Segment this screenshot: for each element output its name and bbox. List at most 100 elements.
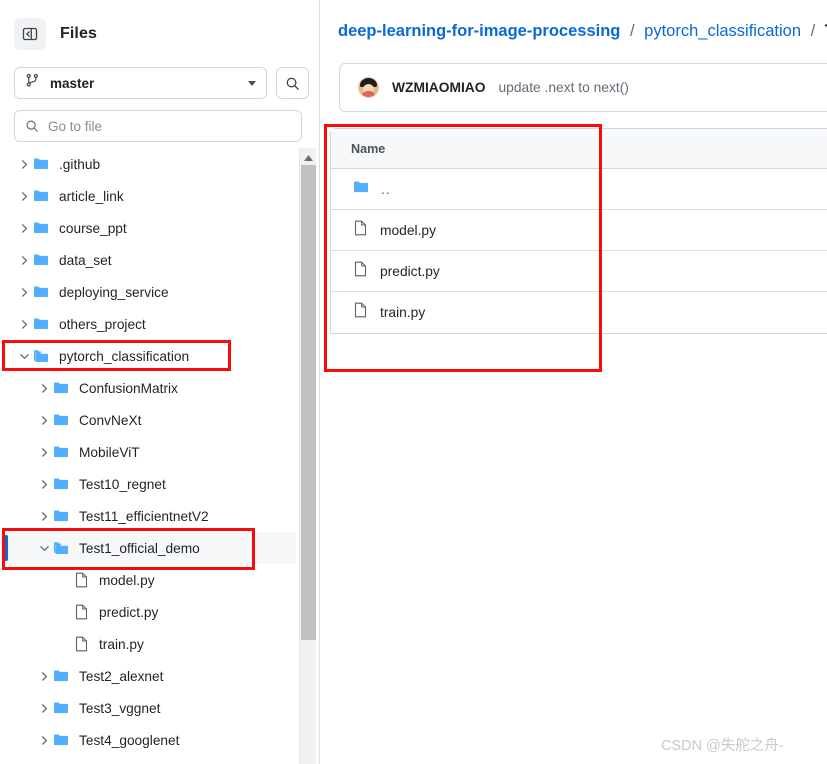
chevron-right-icon[interactable] — [16, 223, 32, 234]
branch-row: master — [14, 67, 319, 99]
tree-item-convnext[interactable]: ConvNeXt — [0, 404, 296, 436]
tree-item-label: model.py — [99, 572, 155, 588]
files-panel-title: Files — [60, 25, 97, 42]
watermark: CSDN @失舵之舟- — [661, 738, 784, 754]
tree-item-train-py[interactable]: train.py — [0, 628, 296, 660]
folder-icon — [353, 179, 369, 200]
file-name[interactable]: .. — [381, 182, 391, 197]
tree-item-label: Test2_alexnet — [79, 668, 164, 684]
tree-item-test3-vggnet[interactable]: Test3_vggnet — [0, 692, 296, 724]
table-row[interactable]: model.py — [331, 210, 827, 251]
git-branch-icon — [25, 73, 40, 93]
tree-item-label: data_set — [59, 252, 112, 268]
chevron-right-icon[interactable] — [36, 383, 52, 394]
tree-item-label: Test4_googlenet — [79, 732, 180, 748]
tree-item-data-set[interactable]: data_set — [0, 244, 296, 276]
tree-item-label: article_link — [59, 188, 124, 204]
tree-item-mobilevit[interactable]: MobileViT — [0, 436, 296, 468]
scrollbar-thumb[interactable] — [301, 165, 316, 640]
table-row[interactable]: predict.py — [331, 251, 827, 292]
folder-icon — [32, 156, 50, 172]
tree-item--github[interactable]: .github — [0, 148, 296, 180]
tree-item-test4-googlenet[interactable]: Test4_googlenet — [0, 724, 296, 756]
branch-name: master — [50, 75, 95, 91]
tree-item-pytorch-classification[interactable]: pytorch_classification — [0, 340, 296, 372]
tree-item-label: pytorch_classification — [59, 348, 190, 364]
chevron-right-icon[interactable] — [16, 191, 32, 202]
tree-item-label: Test3_vggnet — [79, 700, 161, 716]
chevron-right-icon[interactable] — [36, 735, 52, 746]
chevron-right-icon[interactable] — [36, 511, 52, 522]
file-icon — [72, 572, 90, 588]
commit-message[interactable]: update .next to next() — [499, 80, 629, 95]
breadcrumb-separator: / — [629, 22, 635, 40]
scroll-up-arrow-icon[interactable] — [300, 148, 316, 165]
chevron-right-icon[interactable] — [16, 159, 32, 170]
tree-item-model-py[interactable]: model.py — [0, 564, 296, 596]
chevron-right-icon[interactable] — [16, 255, 32, 266]
folder-icon — [32, 220, 50, 236]
file-name[interactable]: model.py — [380, 223, 436, 238]
file-tree[interactable]: .github article_link course_ppt data_setdep… — [0, 148, 296, 764]
tree-item-confusionmatrix[interactable]: ConfusionMatrix — [0, 372, 296, 404]
tree-item-test1-official-demo[interactable]: Test1_official_demo — [0, 532, 296, 564]
chevron-down-icon[interactable] — [16, 351, 32, 362]
folder-icon — [32, 284, 50, 300]
chevron-right-icon[interactable] — [36, 479, 52, 490]
folder-icon — [52, 732, 70, 748]
chevron-right-icon[interactable] — [36, 703, 52, 714]
tree-item-test2-alexnet[interactable]: Test2_alexnet — [0, 660, 296, 692]
folder-icon — [52, 668, 70, 684]
tree-item-label: course_ppt — [59, 220, 127, 236]
file-icon — [353, 220, 368, 241]
breadcrumb-directory[interactable]: pytorch_classification — [644, 22, 801, 40]
table-row[interactable]: train.py — [331, 292, 827, 333]
tree-item-course-ppt[interactable]: course_ppt — [0, 212, 296, 244]
chevron-right-icon[interactable] — [16, 319, 32, 330]
file-table: Name .. model.py predict.py train.py — [330, 128, 827, 334]
tree-item-test10-regnet[interactable]: Test10_regnet — [0, 468, 296, 500]
chevron-right-icon[interactable] — [16, 287, 32, 298]
tree-item-test11-efficientnetv2[interactable]: Test11_efficientnetV2 — [0, 500, 296, 532]
collapse-panel-icon[interactable] — [14, 18, 46, 50]
folder-icon — [32, 316, 50, 332]
folder-icon — [52, 476, 70, 492]
chevron-down-icon — [248, 80, 256, 86]
folder-icon — [32, 188, 50, 204]
chevron-down-icon[interactable] — [36, 543, 52, 554]
files-panel-header: Files — [14, 14, 319, 54]
table-row[interactable]: .. — [331, 169, 827, 210]
tree-item-label: MobileViT — [79, 444, 140, 460]
tree-item-deploying-service[interactable]: deploying_service — [0, 276, 296, 308]
avatar[interactable] — [358, 77, 379, 98]
tree-item-label: ConfusionMatrix — [79, 380, 178, 396]
branch-selector[interactable]: master — [14, 67, 267, 99]
tree-item-label: Test1_official_demo — [79, 540, 200, 556]
tree-item-label: others_project — [59, 316, 146, 332]
tree-item-others-project[interactable]: others_project — [0, 308, 296, 340]
breadcrumb-repo[interactable]: deep-learning-for-image-processing — [338, 22, 620, 40]
tree-item-label: Test10_regnet — [79, 476, 166, 492]
chevron-right-icon[interactable] — [36, 415, 52, 426]
folder-icon — [32, 252, 50, 268]
file-name[interactable]: predict.py — [380, 264, 440, 279]
commit-author[interactable]: WZMIAOMIAO — [392, 80, 486, 95]
file-table-header: Name — [331, 129, 827, 169]
folder-icon — [52, 444, 70, 460]
tree-item-article-link[interactable]: article_link — [0, 180, 296, 212]
file-name[interactable]: train.py — [380, 305, 425, 320]
main-content: deep-learning-for-image-processing / pyt… — [321, 0, 827, 764]
chevron-right-icon[interactable] — [36, 671, 52, 682]
tree-item-label: .github — [59, 156, 101, 172]
tree-item-predict-py[interactable]: predict.py — [0, 596, 296, 628]
chevron-right-icon[interactable] — [36, 447, 52, 458]
column-header-name: Name — [351, 141, 386, 156]
sidebar-search-button[interactable] — [276, 67, 309, 99]
sidebar-scrollbar[interactable] — [299, 148, 316, 764]
folder-icon — [52, 380, 70, 396]
go-to-file-input[interactable]: Go to file — [14, 110, 302, 142]
tree-item-label: train.py — [99, 636, 144, 652]
folder-open-icon — [52, 540, 70, 556]
file-icon — [72, 604, 90, 620]
file-table-body: .. model.py predict.py train.py — [331, 169, 827, 333]
